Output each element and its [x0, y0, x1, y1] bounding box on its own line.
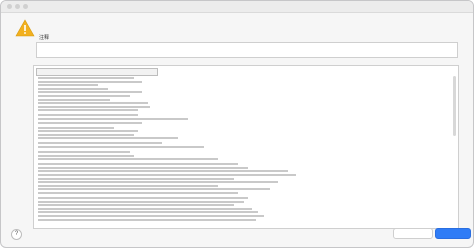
report-line — [38, 98, 110, 101]
report-line — [38, 184, 218, 187]
report-line — [38, 142, 162, 145]
report-line — [38, 200, 244, 203]
report-line — [38, 215, 264, 217]
minimize-window-button[interactable] — [15, 4, 20, 9]
report-line — [38, 121, 142, 124]
report-line — [38, 77, 134, 79]
report-line — [38, 84, 98, 87]
report-line — [38, 154, 134, 157]
report-line — [38, 163, 238, 166]
comments-label: 注释 — [39, 35, 50, 41]
report-line — [38, 166, 248, 169]
report-line — [38, 218, 256, 221]
comments-input[interactable] — [36, 42, 458, 58]
report-line — [38, 146, 204, 148]
report-line — [38, 174, 296, 176]
report-line — [38, 188, 270, 191]
report-line — [38, 130, 138, 133]
report-line — [38, 197, 248, 199]
report-line — [38, 109, 138, 112]
problem-report-text[interactable] — [33, 65, 459, 229]
report-line — [38, 105, 150, 108]
zoom-window-button[interactable] — [23, 4, 28, 9]
report-line — [38, 126, 114, 129]
crash-report-window: 注释 ? — [0, 0, 474, 248]
report-line — [38, 192, 238, 194]
report-line — [38, 87, 108, 90]
report-line — [38, 95, 130, 97]
close-window-button[interactable] — [7, 4, 12, 9]
report-line — [38, 91, 142, 94]
report-line — [38, 102, 148, 105]
send-to-apple-button[interactable] — [435, 228, 471, 239]
report-line — [38, 158, 218, 161]
ignore-button[interactable] — [393, 228, 433, 239]
report-tab[interactable] — [36, 68, 158, 76]
warning-icon — [15, 19, 35, 37]
report-line — [38, 118, 188, 120]
title-bar — [1, 1, 473, 13]
report-line — [38, 151, 130, 153]
report-line — [38, 204, 234, 207]
report-line — [38, 80, 142, 83]
report-line — [38, 133, 134, 136]
report-line — [38, 114, 138, 117]
report-line — [38, 211, 258, 214]
report-line — [38, 207, 252, 210]
report-line — [38, 170, 288, 173]
report-scrollbar[interactable] — [453, 76, 456, 136]
report-line — [38, 181, 278, 184]
help-button[interactable]: ? — [11, 229, 22, 240]
report-line — [38, 137, 178, 140]
alert-description — [45, 24, 445, 28]
report-line — [38, 177, 234, 180]
